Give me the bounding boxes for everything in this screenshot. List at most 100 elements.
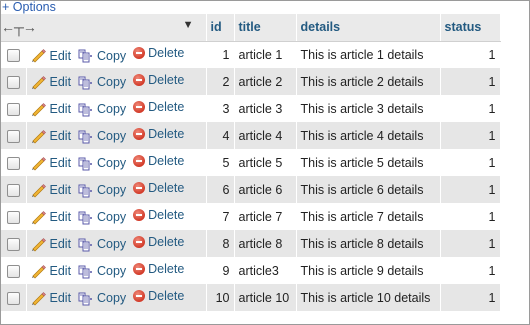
row-checkbox[interactable] [6, 237, 20, 251]
row-checkbox[interactable] [6, 291, 20, 305]
copy-button[interactable]: Copy [78, 75, 126, 90]
edit-button[interactable]: Edit [31, 237, 71, 252]
row-actions: Edit Copy Delete [26, 230, 207, 257]
cell-id: 1 [206, 41, 235, 68]
delete-button[interactable]: Delete [133, 73, 184, 87]
delete-icon [133, 236, 146, 249]
cell-details: This is article 8 details [296, 230, 441, 257]
cell-id: 3 [206, 95, 235, 122]
cell-status: 1 [440, 122, 501, 149]
row-checkbox-cell [1, 203, 27, 230]
delete-label: Delete [148, 208, 185, 223]
edit-button[interactable]: Edit [31, 102, 71, 117]
delete-icon [133, 290, 146, 303]
delete-button[interactable]: Delete [133, 235, 184, 249]
copy-button[interactable]: Copy [78, 210, 126, 225]
copy-button[interactable]: Copy [78, 291, 126, 306]
column-header-title[interactable]: title [234, 14, 297, 42]
cell-details: This is article 7 details [296, 203, 441, 230]
column-arrows-icon[interactable]: ←┬→ [1, 19, 37, 35]
table-row: Edit Copy Delete 5 article 5 This is articl… [1, 149, 501, 176]
pencil-icon [31, 48, 47, 63]
copy-button[interactable]: Copy [78, 129, 126, 144]
cell-title: article 5 [234, 149, 297, 176]
column-header-status[interactable]: status [440, 14, 501, 42]
cell-details: This is article 3 details [296, 95, 441, 122]
delete-button[interactable]: Delete [133, 46, 184, 60]
delete-button[interactable]: Delete [133, 100, 184, 114]
row-checkbox[interactable] [6, 102, 20, 116]
cell-status: 1 [440, 284, 501, 311]
cell-id: 10 [206, 284, 235, 311]
cell-details: This is article 4 details [296, 122, 441, 149]
delete-button[interactable]: Delete [133, 154, 184, 168]
copy-button[interactable]: Copy [78, 183, 126, 198]
copy-icon [78, 102, 94, 117]
copy-button[interactable]: Copy [78, 48, 126, 63]
edit-button[interactable]: Edit [31, 183, 72, 198]
edit-label: Edit [49, 129, 72, 144]
sort-dropdown-icon[interactable]: ▼ [183, 19, 194, 31]
row-checkbox[interactable] [6, 210, 20, 224]
row-checkbox[interactable] [6, 129, 20, 143]
delete-button[interactable]: Delete [133, 208, 184, 222]
row-checkbox[interactable] [6, 48, 20, 62]
cell-details: This is article 9 details [296, 257, 441, 284]
row-actions: Edit Copy Delete [26, 149, 207, 176]
delete-label: Delete [148, 154, 185, 169]
copy-button[interactable]: Copy [78, 264, 126, 279]
row-actions: Edit Copy Delete [26, 257, 207, 284]
copy-button[interactable]: Copy [78, 237, 126, 252]
table-row: Edit Copy Delete 9 article3 This is article… [1, 257, 501, 284]
delete-icon [133, 263, 146, 276]
column-header-id[interactable]: id [206, 14, 235, 42]
cell-id: 9 [206, 257, 235, 284]
row-checkbox[interactable] [6, 264, 20, 278]
edit-button[interactable]: Edit [31, 210, 71, 225]
edit-label: Edit [49, 291, 72, 306]
cell-title: article 1 [234, 41, 297, 68]
pencil-icon [31, 237, 47, 252]
pencil-icon [31, 102, 47, 117]
delete-button[interactable]: Delete [133, 127, 184, 141]
edit-button[interactable]: Edit [31, 129, 72, 144]
edit-button[interactable]: Edit [31, 75, 71, 90]
copy-button[interactable]: Copy [78, 156, 126, 171]
row-checkbox[interactable] [6, 183, 20, 197]
delete-button[interactable]: Delete [133, 289, 184, 303]
row-checkbox-cell [1, 122, 27, 149]
edit-label: Edit [49, 48, 72, 63]
delete-icon [133, 209, 146, 222]
delete-label: Delete [148, 289, 185, 304]
table-row: Edit Copy Delete 1 article 1 This is articl… [1, 41, 501, 68]
table-row: Edit Copy Delete 8 article 8 This is articl… [1, 230, 501, 257]
edit-button[interactable]: Edit [31, 291, 72, 306]
edit-button[interactable]: Edit [31, 156, 71, 171]
row-checkbox[interactable] [6, 156, 20, 170]
edit-button[interactable]: Edit [31, 48, 72, 63]
row-checkbox-cell [1, 176, 27, 203]
copy-button[interactable]: Copy [78, 102, 126, 117]
edit-button[interactable]: Edit [31, 264, 71, 279]
row-actions: Edit Copy Delete [26, 176, 207, 203]
column-arrows-header: ←┬→ ▼ [1, 14, 207, 42]
edit-label: Edit [49, 183, 72, 198]
options-link[interactable]: + Options [2, 0, 56, 14]
results-table: ←┬→ ▼ id title details status Edit Copy … [1, 14, 501, 311]
delete-button[interactable]: Delete [133, 262, 184, 276]
copy-label: Copy [97, 102, 127, 117]
column-header-details[interactable]: details [296, 14, 441, 42]
delete-icon [133, 128, 146, 141]
cell-title: article 10 [234, 284, 297, 311]
table-row: Edit Copy Delete 7 article 7 This is articl… [1, 203, 501, 230]
row-checkbox[interactable] [6, 75, 20, 89]
row-checkbox-cell [1, 149, 27, 176]
delete-button[interactable]: Delete [133, 181, 184, 195]
cell-id: 5 [206, 149, 235, 176]
row-actions: Edit Copy Delete [26, 41, 207, 68]
cell-status: 1 [440, 68, 501, 95]
cell-details: This is article 2 details [296, 68, 441, 95]
row-checkbox-cell [1, 95, 27, 122]
copy-label: Copy [97, 291, 127, 306]
row-actions: Edit Copy Delete [26, 68, 207, 95]
